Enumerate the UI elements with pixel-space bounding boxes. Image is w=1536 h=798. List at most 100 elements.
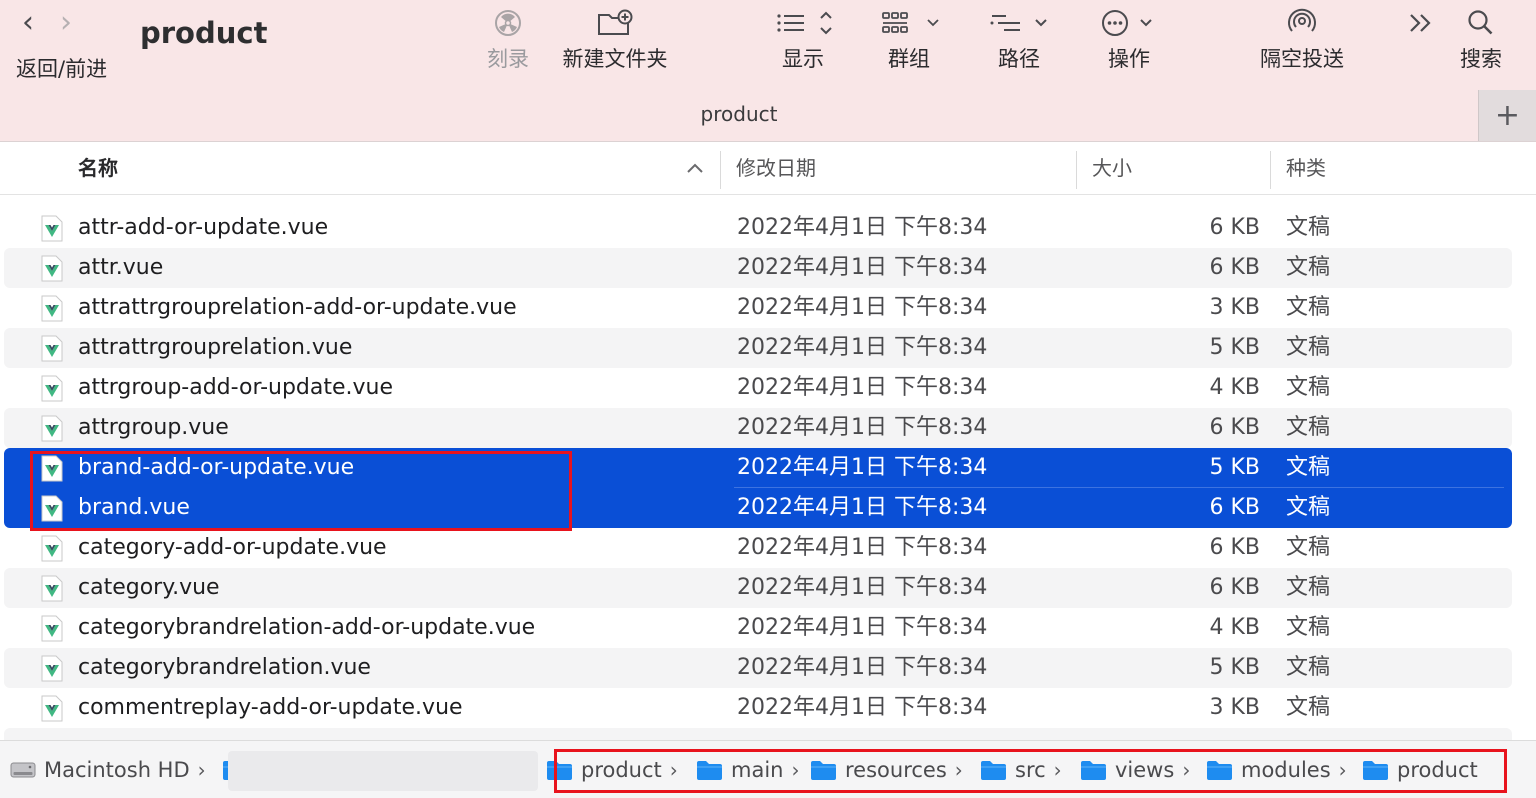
file-size: 3 KB: [1209, 695, 1260, 720]
path-label: 路径: [998, 47, 1040, 71]
window-title: product: [140, 16, 268, 50]
file-size: 6 KB: [1209, 575, 1260, 600]
column-divider[interactable]: [1076, 151, 1077, 189]
new-tab-button[interactable]: +: [1478, 90, 1536, 141]
path-item-disk[interactable]: Macintosh HD ›: [10, 755, 206, 785]
burn-label: 刻录: [487, 47, 529, 71]
file-kind: 文稿: [1286, 615, 1331, 640]
column-header-kind[interactable]: 种类: [1286, 143, 1326, 195]
tab-bar: product +: [0, 90, 1536, 142]
file-kind: 文稿: [1286, 655, 1331, 680]
file-kind: 文稿: [1286, 415, 1331, 440]
file-row[interactable]: attrattrgrouprelation-add-or-update.vue …: [4, 288, 1512, 328]
file-size: 6 KB: [1209, 215, 1260, 240]
file-row[interactable]: commentreplay-add-or-update.vue 2022年4月1…: [4, 688, 1512, 728]
file-row[interactable]: attrgroup.vue 2022年4月1日 下午8:34 6 KB 文稿: [4, 408, 1512, 448]
finder-toolbar: ‹ › 返回/前进 product 刻录 新建文件夹 显示 群组 路径 操作 隔…: [0, 0, 1536, 90]
file-date: 2022年4月1日 下午8:34: [737, 295, 988, 320]
file-date: 2022年4月1日 下午8:34: [737, 535, 988, 560]
vue-file-icon: [41, 655, 63, 682]
burn-button[interactable]: 刻录: [478, 0, 538, 90]
file-kind: 文稿: [1286, 335, 1331, 360]
column-divider[interactable]: [720, 151, 721, 189]
path-icon: [987, 0, 1051, 46]
back-button[interactable]: ‹: [22, 8, 34, 38]
search-icon: [1466, 0, 1496, 46]
path-item-label: Macintosh HD: [44, 758, 190, 782]
file-name: attrgroup-add-or-update.vue: [78, 375, 394, 400]
file-kind: 文稿: [1286, 535, 1331, 560]
annotation-box-path: [554, 749, 1507, 793]
file-date: 2022年4月1日 下午8:34: [737, 215, 988, 240]
file-size: 6 KB: [1209, 495, 1260, 520]
file-date: 2022年4月1日 下午8:34: [737, 695, 988, 720]
file-date: 2022年4月1日 下午8:34: [737, 335, 988, 360]
burn-icon: [493, 0, 523, 46]
file-date: 2022年4月1日 下午8:34: [737, 615, 988, 640]
path-button[interactable]: 路径: [986, 0, 1052, 90]
file-kind: 文稿: [1286, 695, 1331, 720]
path-separator: ›: [197, 758, 206, 782]
file-kind: 文稿: [1286, 575, 1331, 600]
vue-file-icon: [41, 215, 63, 242]
group-button[interactable]: 群组: [876, 0, 942, 90]
file-name: categorybrandrelation.vue: [78, 655, 371, 680]
file-size: 4 KB: [1209, 375, 1260, 400]
file-row[interactable]: categorybrandrelation-add-or-update.vue …: [4, 608, 1512, 648]
file-size: 4 KB: [1209, 615, 1260, 640]
sort-ascending-icon[interactable]: [684, 157, 706, 179]
file-date: 2022年4月1日 下午8:34: [737, 575, 988, 600]
file-date: 2022年4月1日 下午8:34: [737, 255, 988, 280]
new-folder-label: 新建文件夹: [562, 47, 668, 71]
file-date: 2022年4月1日 下午8:34: [737, 455, 988, 480]
file-row[interactable]: attr-add-or-update.vue 2022年4月1日 下午8:34 …: [4, 208, 1512, 248]
new-folder-icon: [596, 0, 634, 46]
nav-arrows: ‹ ›: [22, 8, 72, 38]
search-button[interactable]: 搜索: [1456, 0, 1506, 90]
group-icon: [877, 0, 941, 46]
view-label: 显示: [782, 47, 824, 71]
file-date: 2022年4月1日 下午8:34: [737, 375, 988, 400]
file-row[interactable]: attrattrgrouprelation.vue 2022年4月1日 下午8:…: [4, 328, 1512, 368]
file-name: category.vue: [78, 575, 220, 600]
column-header-size[interactable]: 大小: [1092, 143, 1132, 195]
vue-file-icon: [41, 375, 63, 402]
file-name: attrattrgrouprelation-add-or-update.vue: [78, 295, 517, 320]
airdrop-button[interactable]: 隔空投送: [1254, 0, 1350, 90]
file-row[interactable]: attr.vue 2022年4月1日 下午8:34 6 KB 文稿: [4, 248, 1512, 288]
vue-file-icon: [41, 335, 63, 362]
column-divider[interactable]: [1270, 151, 1271, 189]
airdrop-label: 隔空投送: [1260, 47, 1344, 71]
vue-file-icon: [41, 695, 63, 722]
column-header-name[interactable]: 名称: [78, 143, 118, 195]
file-row-partial[interactable]: [4, 728, 1512, 740]
file-size: 5 KB: [1209, 655, 1260, 680]
vue-file-icon: [41, 575, 63, 602]
forward-button[interactable]: ›: [60, 8, 72, 38]
file-name: categorybrandrelation-add-or-update.vue: [78, 615, 536, 640]
list-view-icon: [771, 0, 835, 46]
tab-product[interactable]: product: [0, 102, 1478, 126]
file-date: 2022年4月1日 下午8:34: [737, 415, 988, 440]
annotation-box-files: [30, 451, 572, 531]
nav-label: 返回/前进: [16, 57, 108, 81]
file-size: 6 KB: [1209, 255, 1260, 280]
file-row[interactable]: category.vue 2022年4月1日 下午8:34 6 KB 文稿: [4, 568, 1512, 608]
file-size: 6 KB: [1209, 535, 1260, 560]
file-kind: 文稿: [1286, 495, 1331, 520]
more-toolbar-button[interactable]: [1400, 0, 1440, 90]
search-label: 搜索: [1460, 47, 1502, 71]
file-kind: 文稿: [1286, 295, 1331, 320]
column-header-date[interactable]: 修改日期: [736, 143, 816, 195]
file-row[interactable]: categorybrandrelation.vue 2022年4月1日 下午8:…: [4, 648, 1512, 688]
redacted-path-segment: [228, 751, 538, 791]
vue-file-icon: [41, 415, 63, 442]
file-name: category-add-or-update.vue: [78, 535, 387, 560]
hard-disk-icon: [10, 762, 36, 778]
file-row[interactable]: category-add-or-update.vue 2022年4月1日 下午8…: [4, 528, 1512, 568]
file-row[interactable]: attrgroup-add-or-update.vue 2022年4月1日 下午…: [4, 368, 1512, 408]
view-button[interactable]: 显示: [770, 0, 836, 90]
action-button[interactable]: 操作: [1096, 0, 1162, 90]
new-folder-button[interactable]: 新建文件夹: [556, 0, 674, 90]
vue-file-icon: [41, 255, 63, 282]
